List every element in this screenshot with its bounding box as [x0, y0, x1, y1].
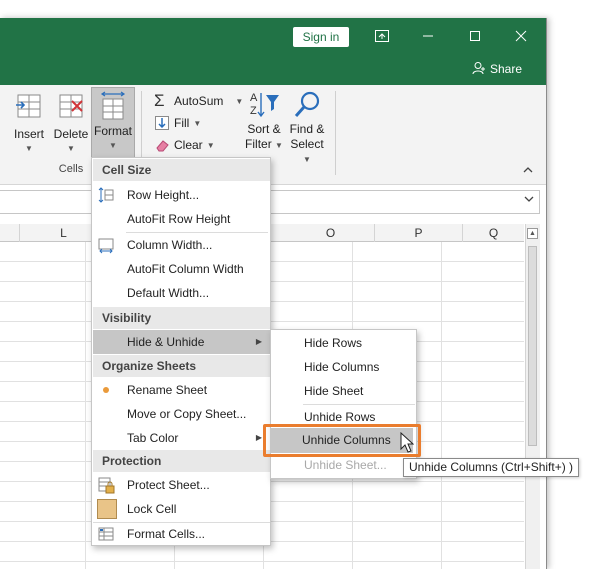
clear-dropdown-icon: ▼: [206, 140, 215, 150]
expand-formula-bar-icon[interactable]: [524, 195, 534, 205]
title-bar: Sign in Share: [0, 18, 546, 85]
lock-cell-icon: [97, 499, 117, 519]
autosum-button[interactable]: Σ AutoSum ▼: [154, 91, 243, 111]
hide-unhide-label: Hide & Unhide: [127, 335, 205, 349]
format-button[interactable]: Format ▼: [91, 87, 135, 160]
sort-filter-label-line1: Sort &: [247, 122, 281, 136]
bullet-icon: [103, 387, 109, 393]
format-cells-icon: [100, 91, 126, 120]
scroll-up-icon[interactable]: ▲: [527, 228, 538, 239]
share-person-icon: [472, 62, 485, 75]
group-separator: [335, 91, 336, 175]
menu-item-hide-unhide[interactable]: Hide & Unhide ▶: [93, 330, 270, 354]
submenu-item-hide-rows[interactable]: Hide Rows: [272, 331, 416, 355]
column-width-icon: [98, 238, 114, 254]
row-height-label: Row Height...: [127, 188, 200, 202]
insert-dropdown-icon: ▼: [25, 144, 33, 153]
sigma-icon: Σ: [154, 91, 165, 110]
minimize-icon[interactable]: [416, 26, 440, 48]
submenu-arrow-icon: ▶: [255, 337, 262, 346]
clear-button[interactable]: Clear ▼: [154, 135, 215, 155]
rename-sheet-label: Rename Sheet: [127, 383, 208, 397]
svg-text:Z: Z: [250, 105, 257, 117]
format-cells-icon: [98, 527, 114, 541]
menu-item-row-height[interactable]: Row Height...: [93, 183, 270, 207]
fill-dropdown-icon: ▼: [193, 118, 202, 128]
find-select-button[interactable]: Find & Select ▼: [286, 89, 328, 165]
tab-color-label: Tab Color: [127, 431, 179, 445]
find-select-label-line1: Find &: [289, 122, 325, 136]
column-width-label: Column Width...: [127, 238, 213, 252]
autosum-label: AutoSum: [174, 94, 224, 108]
menu-section-visibility: Visibility: [93, 307, 270, 329]
menu-item-default-width[interactable]: Default Width...: [93, 281, 270, 305]
column-header[interactable]: [0, 224, 20, 242]
fill-down-icon: [155, 116, 169, 130]
insert-cells-icon: [16, 94, 41, 118]
column-header-q[interactable]: Q: [463, 224, 524, 242]
row-height-icon: [98, 187, 114, 203]
close-icon[interactable]: [509, 26, 533, 48]
format-cells-label: Format Cells...: [127, 527, 206, 541]
submenu-item-hide-sheet[interactable]: Hide Sheet: [272, 379, 416, 403]
maximize-icon[interactable]: [463, 26, 487, 48]
share-button[interactable]: Share: [472, 61, 522, 76]
menu-item-protect-sheet[interactable]: Protect Sheet...: [93, 473, 270, 497]
find-select-label-line2: Select ▼: [290, 137, 324, 164]
tutorial-highlight-box: [263, 424, 421, 457]
menu-item-rename-sheet[interactable]: Rename Sheet: [93, 378, 270, 402]
menu-item-autofit-column-width[interactable]: AutoFit Column Width: [93, 257, 270, 281]
fill-button[interactable]: Fill ▼: [154, 113, 201, 133]
insert-label: Insert: [13, 127, 44, 141]
menu-item-format-cells[interactable]: Format Cells...: [93, 522, 270, 546]
share-label: Share: [490, 62, 523, 76]
eraser-icon: [156, 140, 169, 152]
sort-filter-icon: A Z: [250, 92, 279, 118]
menu-item-tab-color[interactable]: Tab Color ▶: [93, 426, 270, 450]
mouse-cursor-icon: [400, 432, 414, 453]
clear-label: Clear: [174, 138, 203, 152]
protect-sheet-icon: [98, 477, 115, 494]
format-dropdown-icon: ▼: [109, 141, 117, 150]
column-header-p[interactable]: P: [375, 224, 463, 242]
ribbon: Insert ▼ Delete ▼ Format ▼ Cells Σ AutoS…: [0, 85, 546, 185]
format-menu: Cell Size Row Height... AutoFit Row Heig…: [91, 157, 271, 546]
delete-label: Delete: [53, 127, 89, 141]
insert-button[interactable]: Insert ▼: [10, 91, 48, 153]
delete-cells-icon: [59, 94, 83, 118]
format-label: Format: [93, 124, 132, 138]
excel-window: Sign in Share Insert ▼ Delete ▼ Format ▼…: [0, 18, 547, 569]
menu-item-lock-cell[interactable]: Lock Cell: [93, 497, 270, 521]
autofit-row-height-label: AutoFit Row Height: [127, 212, 231, 226]
menu-item-autofit-row-height[interactable]: AutoFit Row Height: [93, 207, 270, 231]
menu-section-protection: Protection: [93, 450, 270, 472]
tooltip: Unhide Columns (Ctrl+Shift+) ): [403, 458, 580, 477]
magnifier-icon: [294, 91, 320, 117]
lock-cell-label: Lock Cell: [127, 502, 177, 516]
fill-label: Fill: [174, 116, 190, 130]
column-header-o[interactable]: O: [287, 224, 375, 242]
sign-in-button[interactable]: Sign in: [293, 27, 349, 47]
autosum-dropdown-icon: ▼: [235, 96, 244, 106]
cells-group-label: Cells: [58, 163, 84, 175]
sort-filter-label-line2: Filter ▼: [245, 137, 283, 151]
move-copy-sheet-label: Move or Copy Sheet...: [127, 407, 247, 421]
collapse-ribbon-icon[interactable]: [523, 165, 533, 177]
menu-section-cell-size: Cell Size: [93, 159, 270, 181]
menu-item-column-width[interactable]: Column Width...: [93, 233, 270, 257]
default-width-label: Default Width...: [127, 286, 210, 300]
submenu-arrow-icon: ▶: [255, 433, 262, 442]
menu-section-organize-sheets: Organize Sheets: [93, 355, 270, 377]
autofit-column-width-label: AutoFit Column Width: [127, 262, 244, 276]
submenu-item-hide-columns[interactable]: Hide Columns: [272, 355, 416, 379]
protect-sheet-label: Protect Sheet...: [127, 478, 210, 492]
svg-text:A: A: [250, 92, 258, 104]
scrollbar-thumb[interactable]: [528, 246, 537, 446]
delete-button[interactable]: Delete ▼: [52, 91, 90, 153]
ribbon-display-options-icon[interactable]: [370, 26, 394, 48]
delete-dropdown-icon: ▼: [67, 144, 75, 153]
menu-item-move-copy-sheet[interactable]: Move or Copy Sheet...: [93, 402, 270, 426]
sort-filter-button[interactable]: A Z Sort & Filter ▼: [244, 89, 284, 151]
